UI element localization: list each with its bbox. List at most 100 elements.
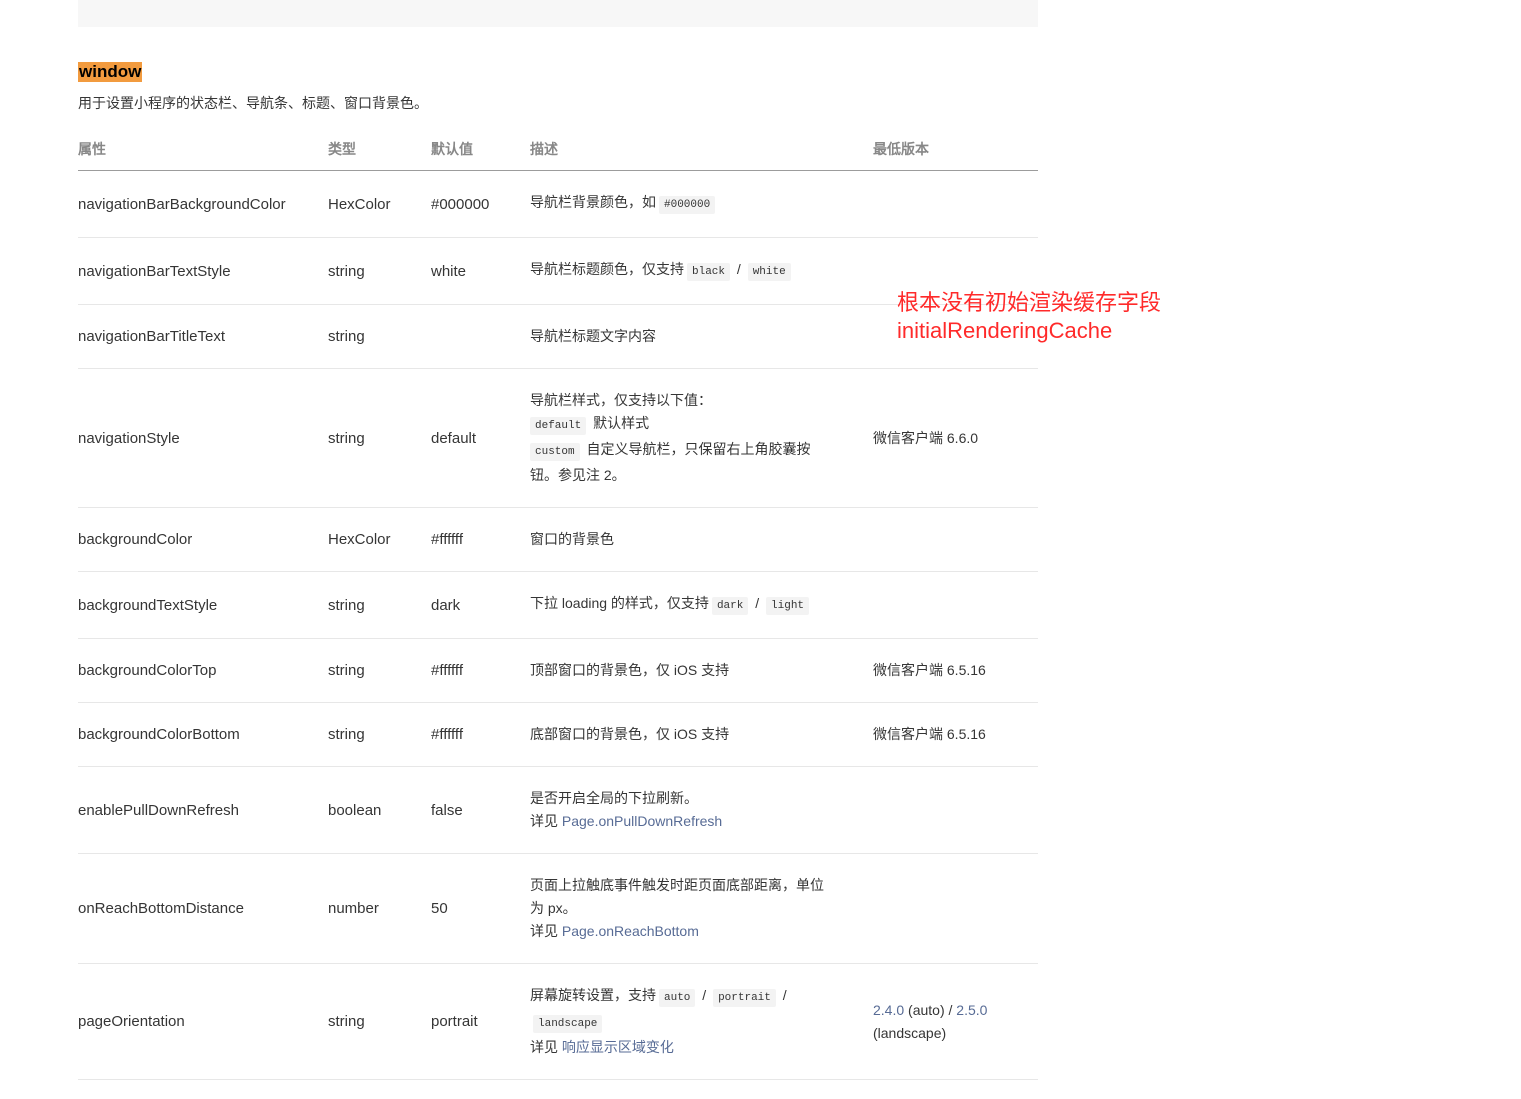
default-cell: portrait	[431, 963, 530, 1080]
description-text: 下拉 loading 的样式，仅支持	[530, 595, 709, 611]
default-cell: #ffffff	[431, 638, 530, 703]
section-title: window	[78, 62, 1038, 82]
separator: /	[755, 595, 760, 611]
window-properties-table: 属性 类型 默认值 描述 最低版本 navigationBarBackgroun…	[78, 128, 1038, 1080]
code-value: custom	[530, 443, 580, 461]
header-min-version: 最低版本	[873, 128, 1038, 171]
separator: /	[702, 987, 707, 1003]
table-row: backgroundColorTop string #ffffff 顶部窗口的背…	[78, 638, 1038, 703]
description-text: 顶部窗口的背景色，仅 iOS 支持	[530, 662, 730, 678]
doc-content: window 用于设置小程序的状态栏、导航条、标题、窗口背景色。 属性 类型 默…	[78, 0, 1038, 1080]
version-note: (landscape)	[873, 1024, 947, 1041]
description-cell: 页面上拉触底事件触发时距页面底部距离，单位为 px。详见 Page.onReac…	[530, 853, 873, 964]
default-cell: #ffffff	[431, 507, 530, 572]
page-onreachbottom-link[interactable]: Page.onReachBottom	[562, 923, 699, 939]
code-value: auto	[659, 989, 696, 1007]
code-value: black	[687, 263, 731, 281]
property-cell: backgroundColorBottom	[78, 702, 328, 767]
min-version-cell: 2.4.0 (auto) / 2.5.0 (landscape)	[873, 963, 1038, 1080]
version-2-4-0-link[interactable]: 2.4.0	[873, 1002, 904, 1018]
property-cell: pageOrientation	[78, 963, 328, 1080]
type-cell: string	[328, 304, 431, 369]
default-cell: white	[431, 237, 530, 305]
table-row: navigationStyle string default 导航栏样式，仅支持…	[78, 368, 1038, 508]
description-cell: 导航栏标题颜色，仅支持 black / white	[530, 237, 873, 305]
min-version-cell: 微信客户端 6.6.0	[873, 368, 1038, 508]
table-header-row: 属性 类型 默认值 描述 最低版本	[78, 128, 1038, 171]
section-title-text: window	[78, 62, 143, 82]
header-property: 属性	[78, 128, 328, 171]
type-cell: string	[328, 963, 431, 1080]
description-text: 页面上拉触底事件触发时距页面底部距离，单位为 px。	[530, 877, 824, 916]
table-row: pageOrientation string portrait 屏幕旋转设置，支…	[78, 963, 1038, 1080]
code-value: dark	[711, 597, 749, 615]
property-cell: navigationBarTitleText	[78, 304, 328, 369]
annotation-line: 根本没有初始渲染缓存字段	[897, 290, 1162, 315]
separator: /	[782, 987, 787, 1003]
type-cell: string	[328, 571, 431, 639]
default-cell: false	[431, 766, 530, 854]
page-onpulldownrefresh-link[interactable]: Page.onPullDownRefresh	[562, 813, 722, 829]
description-cell: 导航栏标题文字内容	[530, 304, 873, 369]
code-value: portrait	[713, 989, 776, 1007]
table-row: navigationBarTitleText string 导航栏标题文字内容	[78, 304, 1038, 369]
header-type: 类型	[328, 128, 431, 171]
default-cell: 50	[431, 853, 530, 964]
default-cell: #000000	[431, 170, 530, 238]
min-version-cell	[873, 571, 1038, 639]
see-also-label: 详见	[530, 923, 558, 939]
red-annotation: 根本没有初始渲染缓存字段 initialRenderingCache	[897, 289, 1161, 345]
description-cell: 导航栏背景颜色，如 #000000	[530, 170, 873, 238]
description-text: 底部窗口的背景色，仅 iOS 支持	[530, 726, 730, 742]
description-cell: 底部窗口的背景色，仅 iOS 支持	[530, 702, 873, 767]
min-version-cell	[873, 766, 1038, 854]
property-cell: navigationStyle	[78, 368, 328, 508]
property-cell: onReachBottomDistance	[78, 853, 328, 964]
table-row: enablePullDownRefresh boolean false 是否开启…	[78, 766, 1038, 854]
type-cell: string	[328, 702, 431, 767]
default-cell	[431, 304, 530, 369]
annotation-line: initialRenderingCache	[897, 318, 1113, 343]
version-2-5-0-link[interactable]: 2.5.0	[956, 1002, 987, 1018]
description-text: 是否开启全局的下拉刷新。	[530, 790, 698, 806]
version-note: (auto) /	[908, 1001, 953, 1018]
property-cell: backgroundColorTop	[78, 638, 328, 703]
type-cell: string	[328, 368, 431, 508]
description-cell: 下拉 loading 的样式，仅支持 dark / light	[530, 571, 873, 639]
table-row: backgroundTextStyle string dark 下拉 loadi…	[78, 571, 1038, 639]
description-cell: 导航栏样式，仅支持以下值： default 默认样式 custom 自定义导航栏，只…	[530, 368, 873, 508]
header-default: 默认值	[431, 128, 530, 171]
type-cell: string	[328, 638, 431, 703]
previous-code-block	[78, 0, 1038, 27]
property-cell: backgroundTextStyle	[78, 571, 328, 639]
type-cell: boolean	[328, 766, 431, 854]
property-cell: navigationBarBackgroundColor	[78, 170, 328, 238]
type-cell: string	[328, 237, 431, 305]
section-description: 用于设置小程序的状态栏、导航条、标题、窗口背景色。	[78, 95, 428, 111]
description-cell: 屏幕旋转设置，支持 auto / portrait / landscape 详见 响…	[530, 963, 873, 1080]
property-cell: backgroundColor	[78, 507, 328, 572]
code-value: #000000	[659, 196, 716, 214]
code-value: white	[747, 263, 791, 281]
min-version-cell	[873, 507, 1038, 572]
table-row: backgroundColorBottom string #ffffff 底部窗…	[78, 702, 1038, 767]
min-version-cell: 微信客户端 6.5.16	[873, 638, 1038, 703]
table-row: onReachBottomDistance number 50 页面上拉触底事件…	[78, 853, 1038, 964]
description-cell: 是否开启全局的下拉刷新。 详见 Page.onPullDownRefresh	[530, 766, 873, 854]
min-version-cell	[873, 170, 1038, 238]
see-also-label: 详见	[530, 813, 558, 829]
see-also-label: 详见	[530, 1039, 558, 1055]
display-area-change-link[interactable]: 响应显示区域变化	[562, 1039, 674, 1055]
separator: /	[736, 261, 741, 277]
table-row: backgroundColor HexColor #ffffff 窗口的背景色	[78, 507, 1038, 572]
type-cell: number	[328, 853, 431, 964]
property-cell: navigationBarTextStyle	[78, 237, 328, 305]
type-cell: HexColor	[328, 507, 431, 572]
min-version-cell	[873, 853, 1038, 964]
code-value: light	[766, 597, 810, 615]
header-description: 描述	[530, 128, 873, 171]
table-row: navigationBarBackgroundColor HexColor #0…	[78, 170, 1038, 238]
description-cell: 顶部窗口的背景色，仅 iOS 支持	[530, 638, 873, 703]
description-text: 导航栏背景颜色，如	[530, 194, 656, 210]
code-value: default	[530, 417, 587, 435]
